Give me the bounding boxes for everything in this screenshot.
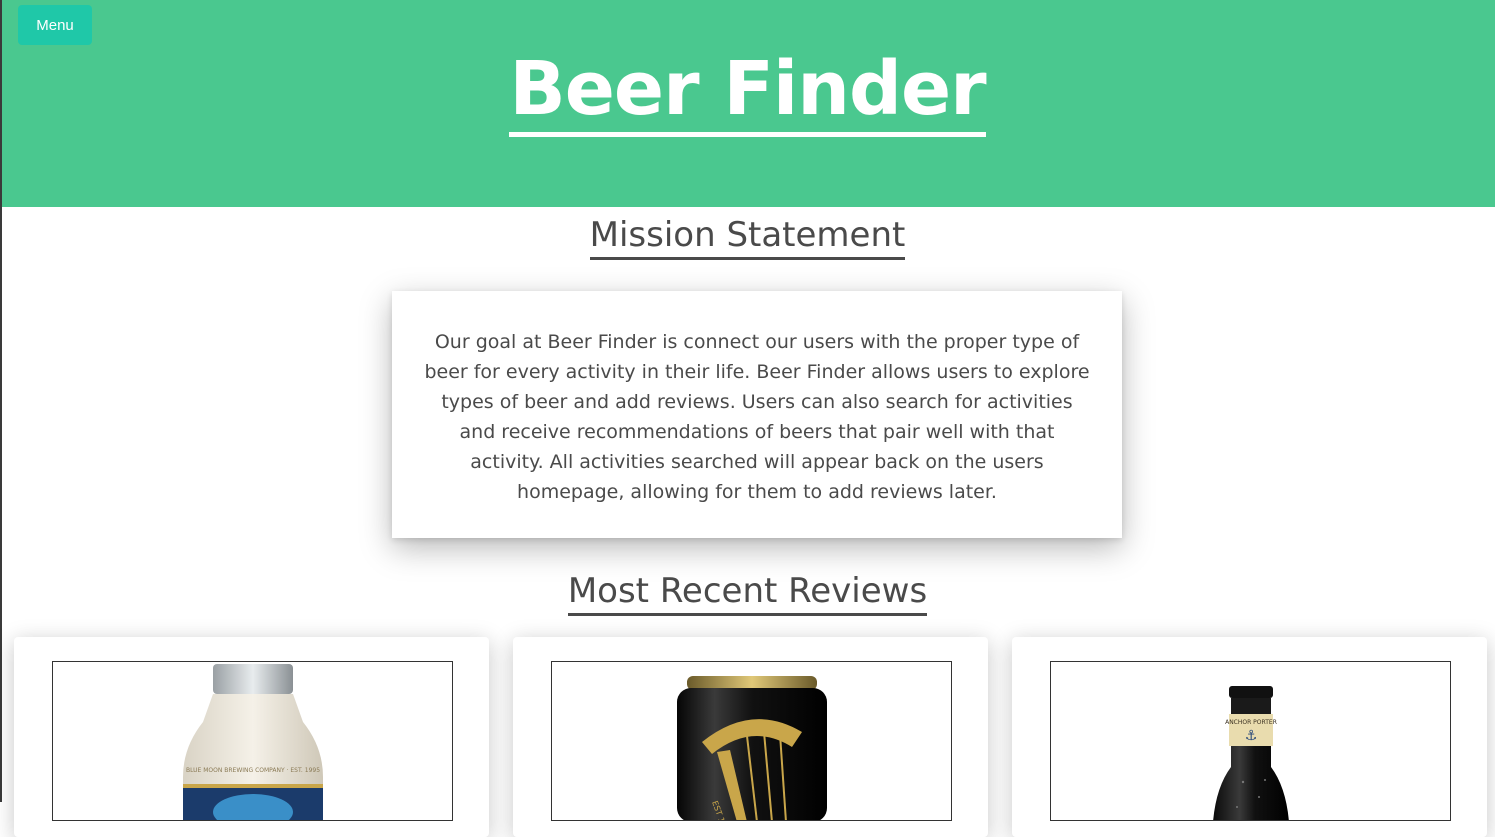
review-card[interactable]: ANCHOR PORTER ⚓ [1012,637,1487,837]
anchor-icon: ⚓ [1245,727,1258,743]
mission-card: Our goal at Beer Finder is connect our u… [392,291,1122,538]
review-image-frame: BLUE MOON BREWING COMPANY · EST. 1995 [52,661,453,821]
anchor-porter-bottle-image: ANCHOR PORTER ⚓ [1213,686,1289,820]
review-image-frame: EST 1759 [551,661,952,821]
blue-moon-bottle-image: BLUE MOON BREWING COMPANY · EST. 1995 [183,664,323,820]
reviews-heading: Most Recent Reviews [567,571,928,616]
menu-button[interactable]: Menu [18,5,92,45]
site-title-container: Beer Finder [0,50,1495,137]
bottle-label-text: BLUE MOON BREWING COMPANY · EST. 1995 [186,767,320,774]
reviews-heading-container: Most Recent Reviews [0,571,1495,616]
site-title-link[interactable]: Beer Finder [509,50,987,137]
review-card[interactable]: EST 1759 [513,637,988,837]
mission-heading: Mission Statement [589,215,906,260]
guinness-can-image: EST 1759 [677,676,827,820]
mission-text: Our goal at Beer Finder is connect our u… [424,331,1090,503]
bottle-label-text: ANCHOR PORTER [1225,719,1277,726]
review-card[interactable]: BLUE MOON BREWING COMPANY · EST. 1995 [14,637,489,837]
mission-heading-container: Mission Statement [0,215,1495,260]
review-image-frame: ANCHOR PORTER ⚓ [1050,661,1451,821]
